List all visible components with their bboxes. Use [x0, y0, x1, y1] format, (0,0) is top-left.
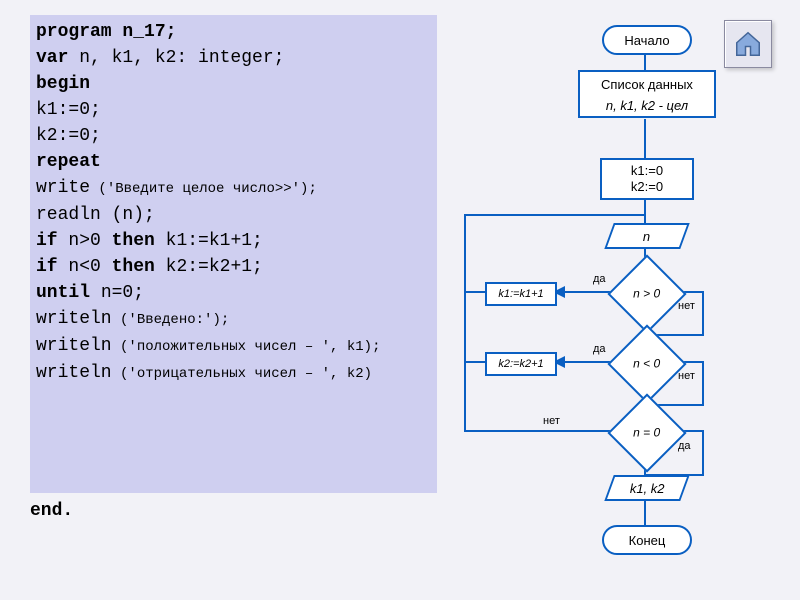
label-no-1: нет: [678, 300, 695, 312]
label-no-2: нет: [678, 370, 695, 382]
label-yes-3: да: [678, 440, 691, 452]
code-kw-program: program n_17;: [36, 22, 176, 42]
flow-init: k1:=0k2:=0: [600, 158, 694, 200]
label-yes-2: да: [593, 343, 606, 355]
flow-act1: k1:=k1+1: [485, 282, 557, 306]
flow-output: k1, k2: [604, 475, 689, 501]
label-yes-1: да: [593, 273, 606, 285]
flow-start: Начало: [602, 25, 692, 55]
flow-cond2: n < 0: [607, 324, 686, 403]
code-below: end.: [30, 498, 435, 524]
flow-vars: n, k1, k2 - цел: [578, 94, 716, 118]
flow-end: Конец: [602, 525, 692, 555]
code-panel: program n_17; var n, k1, k2: integer; be…: [30, 15, 437, 493]
flow-cond1: n > 0: [607, 254, 686, 333]
flow-cond3: n = 0: [607, 393, 686, 472]
flow-act2: k2:=k2+1: [485, 352, 557, 376]
flow-input-n: n: [604, 223, 689, 249]
flowchart: Начало Список данных n, k1, k2 - цел k1:…: [445, 15, 790, 585]
label-no-3: нет: [543, 415, 560, 427]
